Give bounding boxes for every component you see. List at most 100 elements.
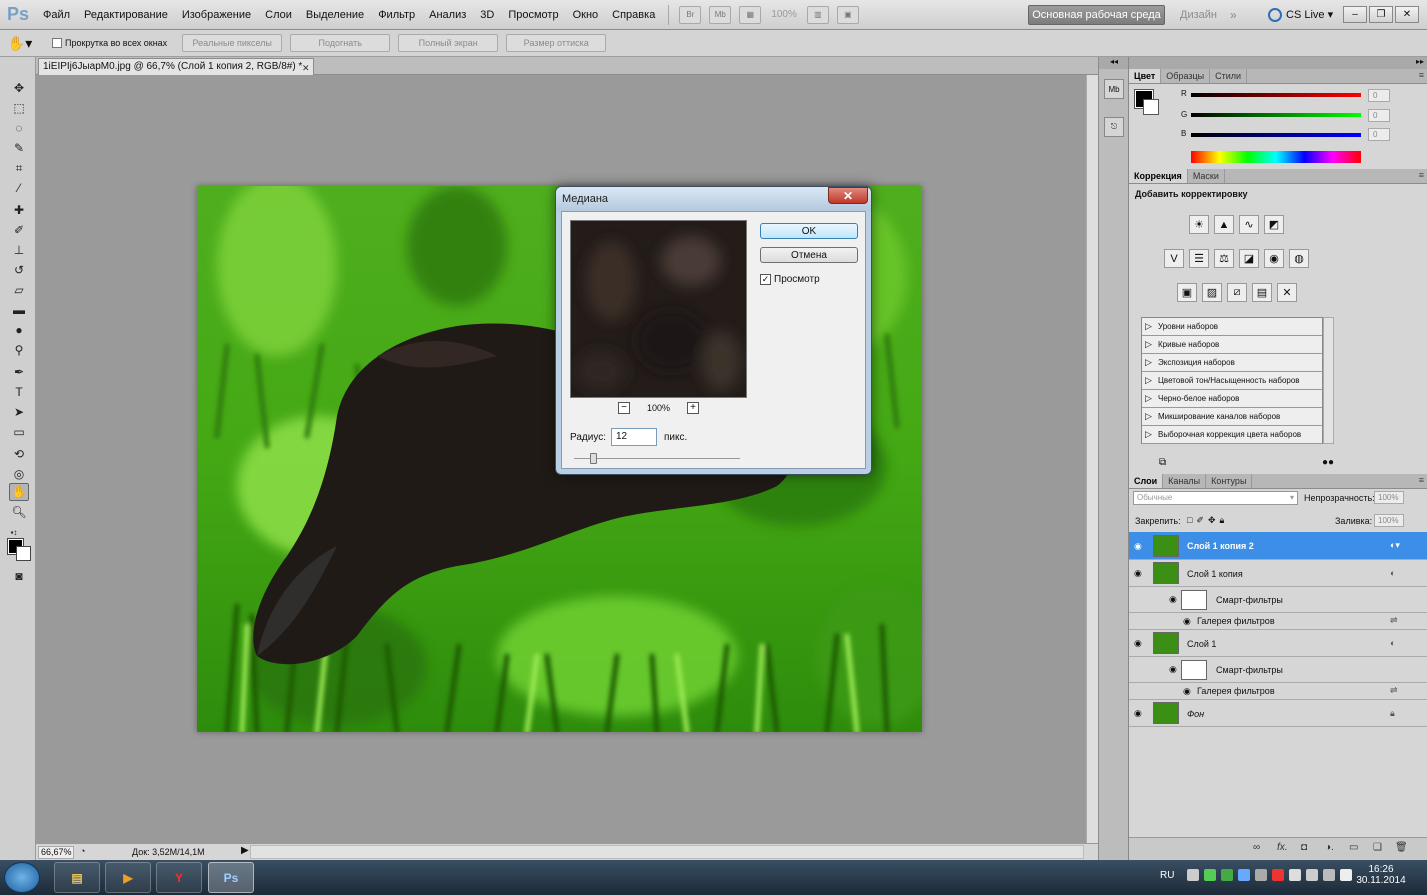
threshold-icon[interactable]: ⧄ (1227, 283, 1247, 302)
fit-screen-button[interactable]: Подогнать (290, 34, 391, 52)
vertical-scrollbar[interactable] (1086, 75, 1098, 843)
3d-rotate-tool-icon[interactable]: ⟲ (9, 445, 29, 463)
new-adjustment-layer-icon[interactable]: ◑. (1325, 842, 1334, 853)
shape-tool-icon[interactable]: ▭ (9, 423, 29, 441)
menu-edit[interactable]: Редактирование (77, 0, 175, 30)
layer-row[interactable]: ◉ Слой 1 копия 2 ◐▾ (1129, 532, 1427, 560)
preset-levels[interactable]: Уровни наборов (1142, 318, 1322, 336)
g-slider[interactable] (1191, 113, 1361, 117)
restore-button[interactable]: ❐ (1369, 6, 1393, 23)
photoshop-taskbar-button[interactable]: Ps (208, 862, 254, 893)
workspace-button[interactable]: Основная рабочая среда (1028, 5, 1165, 25)
filter-gallery-row[interactable]: ◉ Галерея фильтров ⇌ (1129, 683, 1427, 700)
blend-mode-select[interactable]: Обычные ▾ (1133, 491, 1298, 505)
visibility-eye-icon[interactable]: ◉ (1183, 616, 1191, 627)
cs-live-button[interactable]: CS Live ▾ (1268, 0, 1333, 30)
actual-pixels-button[interactable]: Реальные пикселы (182, 34, 283, 52)
start-button[interactable] (4, 862, 40, 893)
r-value[interactable]: 0 (1368, 89, 1390, 102)
exposure-icon[interactable]: ◩ (1264, 215, 1284, 234)
hue-saturation-icon[interactable]: ☰ (1189, 249, 1209, 268)
scroll-all-windows-checkbox[interactable]: Прокрутка во всех окнах (52, 38, 167, 48)
radius-slider-track[interactable] (574, 458, 740, 459)
tray-volume-icon[interactable] (1340, 869, 1352, 881)
adjustments-menu-icon[interactable]: ≡ (1419, 170, 1424, 180)
color-spectrum[interactable] (1191, 151, 1361, 163)
invert-icon[interactable]: ▣ (1177, 283, 1197, 302)
eraser-tool-icon[interactable]: ▱ (9, 281, 29, 299)
checkbox-box[interactable] (52, 38, 62, 48)
hand-tool-preset-icon[interactable]: ✋▾ (0, 35, 40, 52)
color-panel-menu-icon[interactable]: ≡ (1419, 70, 1424, 80)
menu-window[interactable]: Окно (566, 0, 606, 30)
black-white-icon[interactable]: ◪ (1239, 249, 1259, 268)
status-info-icon[interactable]: ◔ (80, 846, 85, 856)
layer-row[interactable]: ◉ Фон 🔒︎ (1129, 700, 1427, 727)
layer-style-icon[interactable]: fx. (1277, 842, 1288, 853)
tray-antivirus-icon[interactable] (1272, 869, 1284, 881)
yandex-browser-icon[interactable]: Y (156, 862, 202, 893)
preset-curves[interactable]: Кривые наборов (1142, 336, 1322, 354)
link-layers-icon[interactable]: ∞ (1253, 842, 1260, 853)
preset-black-white[interactable]: Черно-белое наборов (1142, 390, 1322, 408)
radius-slider-thumb[interactable] (590, 453, 597, 464)
tab-channels[interactable]: Каналы (1163, 474, 1207, 488)
adjustments-clip-icon[interactable]: ●● (1322, 457, 1334, 468)
dock-collapse-icon[interactable]: ◂◂ (1099, 57, 1129, 69)
preview-check-mark-icon[interactable]: ✓ (760, 274, 771, 285)
menu-analysis[interactable]: Анализ (422, 0, 473, 30)
dodge-tool-icon[interactable]: ⚲ (9, 341, 29, 359)
tray-expand-icon[interactable] (1187, 869, 1199, 881)
smart-filters-row[interactable]: ◉ Смарт-фильтры (1129, 657, 1427, 683)
document-tab[interactable]: 1iEIPIj6JыарM0.jpg @ 66,7% (Слой 1 копия… (38, 58, 314, 75)
brightness-contrast-icon[interactable]: ☀ (1189, 215, 1209, 234)
menu-layers[interactable]: Слои (258, 0, 299, 30)
history-brush-tool-icon[interactable]: ↺ (9, 261, 29, 279)
media-player-icon[interactable]: ▶ (105, 862, 151, 893)
levels-icon[interactable]: ▲ (1214, 215, 1234, 234)
selective-color-icon[interactable]: ✕ (1277, 283, 1297, 302)
smart-filters-row[interactable]: ◉ Смарт-фильтры (1129, 587, 1427, 613)
minibridge-icon[interactable]: Mb (709, 5, 732, 24)
menu-view[interactable]: Просмотр (501, 0, 565, 30)
menu-select[interactable]: Выделение (299, 0, 371, 30)
filter-gallery-row[interactable]: ◉ Галерея фильтров ⇌ (1129, 613, 1427, 630)
healing-brush-tool-icon[interactable]: ✚ (9, 201, 29, 219)
layer-name[interactable]: Фон (1187, 709, 1204, 719)
photo-filter-icon[interactable]: ◉ (1264, 249, 1284, 268)
tray-device-icon[interactable] (1306, 869, 1318, 881)
brush-tool-icon[interactable]: ✐ (9, 221, 29, 239)
marquee-tool-icon[interactable]: ⬚ (9, 99, 29, 117)
tab-masks[interactable]: Маски (1188, 169, 1225, 183)
preview-zoom-out-button[interactable]: − (618, 402, 630, 414)
visibility-eye-icon[interactable]: ◉ (1169, 594, 1177, 605)
color-balance-icon[interactable]: ⚖ (1214, 249, 1234, 268)
horizontal-scrollbar[interactable] (250, 845, 1084, 859)
filter-preview[interactable] (570, 220, 747, 398)
dialog-titlebar[interactable]: Медиана ✕ (556, 187, 871, 211)
curves-icon[interactable]: ∿ (1239, 215, 1259, 234)
close-document-icon[interactable]: ✕ (302, 61, 310, 76)
preview-checkbox[interactable]: ✓ Просмотр (760, 274, 820, 285)
menu-image[interactable]: Изображение (175, 0, 258, 30)
tab-styles[interactable]: Стили (1210, 69, 1248, 83)
opacity-value[interactable]: 100% (1374, 491, 1404, 504)
tray-security-icon[interactable] (1204, 869, 1216, 881)
visibility-eye-icon[interactable]: ◉ (1134, 541, 1142, 552)
posterize-icon[interactable]: ▨ (1202, 283, 1222, 302)
layer-row[interactable]: ◉ Слой 1 копия ◐ (1129, 560, 1427, 587)
close-button[interactable]: ✕ (1395, 6, 1419, 23)
preset-exposure[interactable]: Экспозиция наборов (1142, 354, 1322, 372)
channel-mixer-icon[interactable]: ◍ (1289, 249, 1309, 268)
dialog-close-button[interactable]: ✕ (828, 187, 868, 204)
radius-input[interactable]: 12 (611, 428, 657, 446)
new-group-icon[interactable]: ▭ (1349, 842, 1358, 853)
print-size-button[interactable]: Размер оттиска (506, 34, 607, 52)
visibility-eye-icon[interactable]: ◉ (1183, 686, 1191, 697)
lock-options-icons[interactable]: □✐✥🔒︎ (1187, 515, 1228, 526)
crop-tool-icon[interactable]: ⌗ (9, 159, 29, 177)
fill-value[interactable]: 100% (1374, 514, 1404, 527)
tray-app-icon[interactable] (1221, 869, 1233, 881)
g-value[interactable]: 0 (1368, 109, 1390, 122)
tab-color[interactable]: Цвет (1129, 69, 1162, 83)
